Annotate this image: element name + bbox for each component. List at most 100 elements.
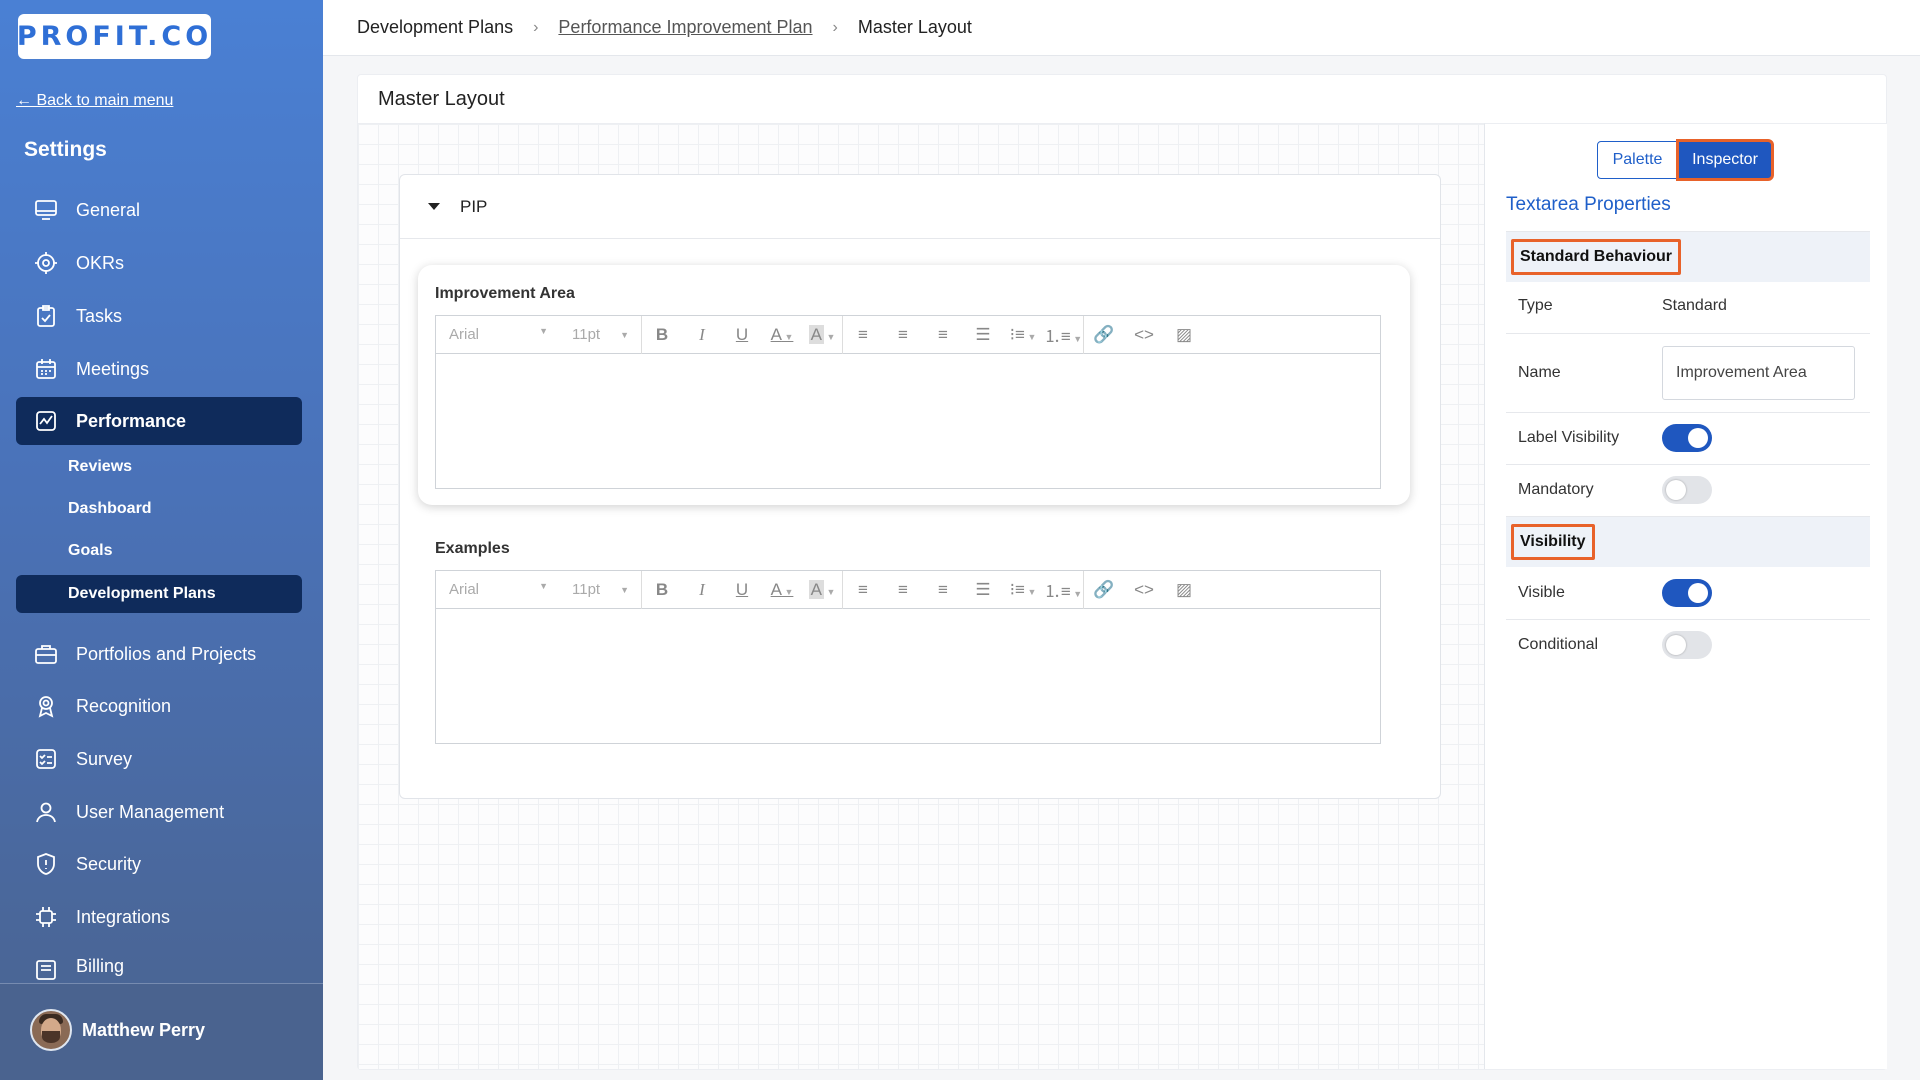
pip-section-header[interactable]: PIP	[400, 175, 1440, 239]
link-icon[interactable]: 🔗	[1084, 325, 1124, 345]
image-icon[interactable]: ▨	[1164, 580, 1204, 600]
align-right-icon[interactable]: ≡	[923, 325, 963, 345]
italic-icon[interactable]: I	[682, 325, 722, 345]
align-justify-icon[interactable]: ☰	[963, 325, 1003, 345]
sidebar-item-user-management[interactable]: User Management	[16, 788, 302, 836]
align-left-icon[interactable]: ≡	[843, 325, 883, 345]
breadcrumb-master-layout: Master Layout	[857, 17, 972, 37]
sidebar-item-survey[interactable]: Survey	[16, 735, 302, 783]
checklist-icon	[32, 745, 60, 773]
text-color-icon[interactable]: A ▼	[762, 580, 802, 600]
sidebar-item-integrations[interactable]: Integrations	[16, 893, 302, 941]
font-size-select[interactable]: 11pt ▼	[562, 570, 642, 609]
section-title: PIP	[460, 196, 488, 216]
link-icon[interactable]: 🔗	[1084, 580, 1124, 600]
profit-co-logo[interactable]: PROFIT.CO	[17, 14, 211, 59]
code-icon[interactable]: <>	[1124, 580, 1164, 600]
prop-label: Conditional	[1518, 636, 1599, 653]
code-icon[interactable]: <>	[1124, 325, 1164, 345]
align-center-icon[interactable]: ≡	[883, 325, 923, 345]
align-center-icon[interactable]: ≡	[883, 580, 923, 600]
bullet-list-icon[interactable]: ⁝≡ ▼	[1003, 325, 1043, 345]
sidebar-item-label: Security	[76, 853, 142, 874]
sidebar-item-tasks[interactable]: Tasks	[16, 292, 302, 340]
breadcrumb-separator: ›	[533, 18, 539, 36]
underline-icon[interactable]: U	[722, 580, 762, 600]
chip-icon	[32, 903, 60, 931]
text-color-icon[interactable]: A ▼	[762, 325, 802, 345]
editor-textarea[interactable]	[436, 354, 1380, 488]
highlight-color-icon[interactable]: A ▼	[802, 579, 842, 600]
sidebar-item-billing[interactable]: Billing	[16, 946, 302, 983]
editor-textarea[interactable]	[436, 609, 1380, 743]
sidebar-item-general[interactable]: General	[16, 186, 302, 234]
panel-tabs: Palette Inspector	[1597, 139, 1774, 181]
tab-inspector[interactable]: Inspector	[1676, 139, 1774, 181]
visible-toggle[interactable]	[1662, 579, 1712, 607]
target-icon	[32, 249, 60, 277]
underline-icon[interactable]: U	[722, 325, 762, 345]
improvement-area-field[interactable]: Improvement Area Arial ▼ 11pt ▼ B I U A ▼ …	[418, 265, 1410, 505]
breadcrumb-development-plans[interactable]: Development Plans	[357, 17, 513, 38]
editor-toolbar: Arial ▼ 11pt ▼ B I U A ▼ A ▼ ≡ ≡ ≡ ☰ ⁝≡ ▼ …	[436, 570, 1380, 609]
font-family-select[interactable]: Arial ▼	[436, 326, 562, 343]
sidebar-item-portfolios-and-projects[interactable]: Portfolios and Projects	[16, 630, 302, 678]
prop-label: Name	[1518, 364, 1561, 381]
sidebar-item-meetings[interactable]: Meetings	[16, 345, 302, 393]
caret-down-icon[interactable]	[428, 203, 440, 210]
sidebar-subitem-dashboard[interactable]: Dashboard	[68, 500, 152, 518]
numbered-list-icon[interactable]: ⒈≡ ▼	[1043, 322, 1083, 347]
breadcrumb-performance-improvement-plan[interactable]: Performance Improvement Plan	[558, 17, 812, 38]
briefcase-icon	[32, 640, 60, 668]
align-left-icon[interactable]: ≡	[843, 580, 883, 600]
breadcrumb-separator: ›	[832, 18, 838, 36]
align-justify-icon[interactable]: ☰	[963, 580, 1003, 600]
prop-label: Type	[1518, 297, 1553, 314]
billing-icon	[32, 956, 60, 983]
label-visibility-toggle[interactable]	[1662, 424, 1712, 452]
mandatory-toggle[interactable]	[1662, 476, 1712, 504]
bold-icon[interactable]: B	[642, 325, 682, 345]
mandatory-row: Mandatory	[1506, 465, 1870, 517]
sidebar-item-label: Integrations	[76, 906, 171, 927]
sidebar-item-label: Billing	[76, 956, 125, 976]
align-right-icon[interactable]: ≡	[923, 580, 963, 600]
italic-icon[interactable]: I	[682, 580, 722, 600]
image-icon[interactable]: ▨	[1164, 325, 1204, 345]
sidebar: PROFIT.CO ← Back to main menu Settings G…	[0, 0, 323, 1080]
bold-icon[interactable]: B	[642, 580, 682, 600]
standard-behaviour-group: Standard Behaviour	[1506, 232, 1870, 282]
avatar[interactable]	[30, 1009, 72, 1051]
bullet-list-icon[interactable]: ⁝≡ ▼	[1003, 580, 1043, 600]
group-label: Standard Behaviour	[1511, 239, 1682, 275]
examples-field[interactable]: Examples Arial ▼ 11pt ▼ B I U A ▼ A ▼ ≡ ≡ …	[418, 520, 1410, 760]
sidebar-item-label: Survey	[76, 748, 133, 769]
layout-canvas: PIP Improvement Area Arial ▼ 11pt ▼ B I U …	[358, 123, 1484, 1069]
user-icon	[32, 798, 60, 826]
sidebar-item-label: OKRs	[76, 252, 125, 273]
breadcrumb: Development Plans › Performance Improvem…	[323, 0, 1920, 56]
numbered-list-icon[interactable]: ⒈≡ ▼	[1043, 577, 1083, 602]
font-family-select[interactable]: Arial ▼	[436, 581, 562, 598]
font-size-select[interactable]: 11pt ▼	[562, 315, 642, 354]
name-input[interactable]	[1662, 346, 1855, 400]
rich-text-editor[interactable]: Arial ▼ 11pt ▼ B I U A ▼ A ▼ ≡ ≡ ≡ ☰ ⁝≡ ▼ …	[435, 315, 1381, 489]
conditional-toggle[interactable]	[1662, 631, 1712, 659]
prop-label: Mandatory	[1518, 481, 1594, 498]
editor-toolbar: Arial ▼ 11pt ▼ B I U A ▼ A ▼ ≡ ≡ ≡ ☰ ⁝≡ ▼ …	[436, 315, 1380, 354]
sidebar-item-okrs[interactable]: OKRs	[16, 239, 302, 287]
chevron-down-icon: ▼	[539, 581, 548, 591]
user-name[interactable]: Matthew Perry	[82, 1020, 205, 1041]
properties-title: Textarea Properties	[1506, 194, 1671, 215]
sidebar-subitem-development-plans[interactable]: Development Plans	[16, 575, 302, 613]
rich-text-editor[interactable]: Arial ▼ 11pt ▼ B I U A ▼ A ▼ ≡ ≡ ≡ ☰ ⁝≡ ▼ …	[435, 570, 1381, 744]
tab-palette[interactable]: Palette	[1597, 141, 1678, 179]
highlight-color-icon[interactable]: A ▼	[802, 324, 842, 345]
sidebar-item-performance[interactable]: Performance	[16, 397, 302, 445]
chart-line-icon	[32, 407, 60, 435]
sidebar-subitem-reviews[interactable]: Reviews	[68, 458, 132, 476]
back-to-main-menu-link[interactable]: ← Back to main menu	[16, 92, 173, 110]
sidebar-item-security[interactable]: Security	[16, 840, 302, 888]
sidebar-item-recognition[interactable]: Recognition	[16, 682, 302, 730]
sidebar-subitem-goals[interactable]: Goals	[68, 542, 112, 560]
